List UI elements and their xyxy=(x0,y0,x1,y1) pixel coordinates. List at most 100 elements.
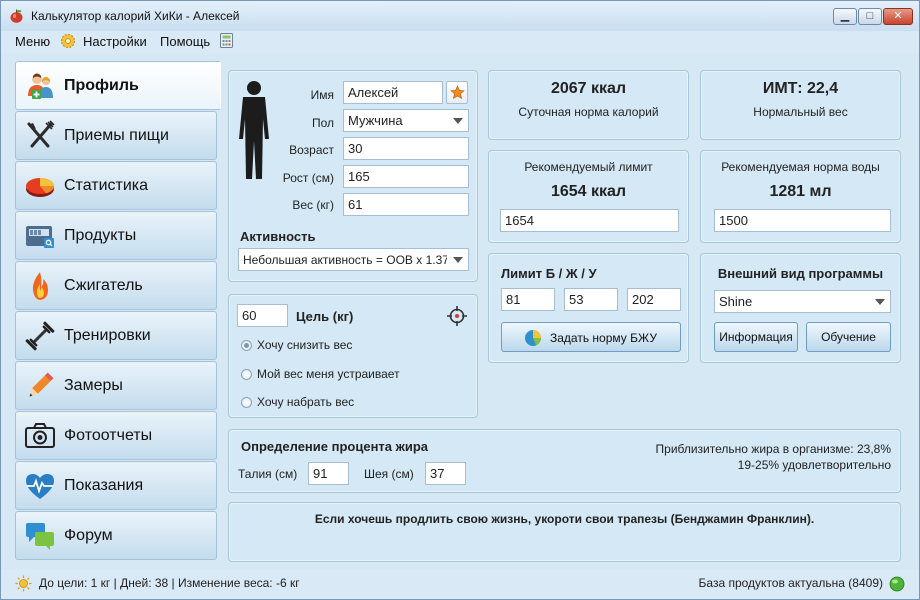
target-icon[interactable] xyxy=(447,306,467,326)
pencil-icon xyxy=(29,372,54,397)
heart-pulse-icon xyxy=(26,474,54,499)
quote-text: Если хочешь продлить свою жизнь, укороти… xyxy=(314,512,815,526)
gender-label: Пол xyxy=(311,116,334,130)
status-bar: До цели: 1 кг | Дней: 38 | Изменение вес… xyxy=(1,569,919,599)
goal-label: Цель (кг) xyxy=(296,309,354,324)
height-label: Рост (см) xyxy=(282,171,334,185)
appearance-panel: Внешний вид программы Shine Информация О… xyxy=(700,253,901,363)
sidebar-item-products[interactable]: Продукты xyxy=(15,211,217,260)
body-fat-title: Определение процента жира xyxy=(241,439,429,454)
bmi-caption: Нормальный вес xyxy=(753,105,848,119)
set-bju-button[interactable]: Задать норму БЖУ xyxy=(501,322,681,352)
carbs-input[interactable]: 202 xyxy=(627,288,681,311)
minimize-icon: ▁ xyxy=(840,10,850,22)
goal-option-lose-radio[interactable] xyxy=(241,340,252,351)
person-silhouette-icon xyxy=(239,81,269,179)
training-button[interactable]: Обучение xyxy=(806,322,891,352)
goal-option-gain-label[interactable]: Хочу набрать вес xyxy=(257,395,354,409)
info-button[interactable]: Информация xyxy=(714,322,798,352)
bju-title: Лимит Б / Ж / У xyxy=(501,266,597,281)
goal-option-gain-radio[interactable] xyxy=(241,397,252,408)
profile-panel: Имя Алексей Пол Мужчина Возраст 30 Рост … xyxy=(228,70,478,282)
height-input[interactable]: 165 xyxy=(343,165,469,188)
sidebar-item-forum[interactable]: Форум xyxy=(15,511,217,560)
sidebar-item-readings[interactable]: Показания xyxy=(15,461,217,510)
bmi-panel: ИМТ: 22,4 Нормальный вес xyxy=(700,70,901,140)
activity-select[interactable]: Небольшая активность = ООВ х 1.375 xyxy=(238,248,469,271)
sidebar-item-measurements[interactable]: Замеры xyxy=(15,361,217,410)
maximize-button[interactable]: □ xyxy=(858,8,882,25)
body-fat-rating: 19-25% удовлетворительно xyxy=(737,458,891,472)
sidebar-item-label: Приемы пищи xyxy=(64,127,169,144)
pie-chart-icon xyxy=(525,330,541,346)
body-fat-result: Приблизительно жира в организме: 23,8% xyxy=(655,442,891,456)
sidebar-item-profile[interactable]: Профиль xyxy=(15,61,221,110)
name-label: Имя xyxy=(310,88,334,102)
sidebar-item-meals[interactable]: Приемы пищи xyxy=(15,111,217,160)
limit-caption: Рекомендуемый лимит xyxy=(524,160,653,174)
sidebar-item-label: Статистика xyxy=(64,177,149,194)
menu-help[interactable]: Помощь xyxy=(160,34,210,49)
gender-select[interactable]: Мужчина xyxy=(343,109,469,132)
sidebar-item-label: Фотоотчеты xyxy=(64,427,153,444)
pie-chart-icon xyxy=(26,178,55,197)
fat-input[interactable]: 53 xyxy=(564,288,618,311)
theme-select[interactable]: Shine xyxy=(714,290,891,313)
waist-input[interactable]: 91 xyxy=(308,462,349,485)
sidebar-item-label: Показания xyxy=(64,477,144,494)
menu-bar: Меню Настройки Помощь xyxy=(1,31,919,53)
apple-icon xyxy=(10,9,23,23)
neck-label: Шея (см) xyxy=(364,467,414,481)
goal-option-keep-radio[interactable] xyxy=(241,369,252,380)
bju-panel: Лимит Б / Ж / У 81 53 202 Задать норму Б… xyxy=(488,253,689,363)
database-status: База продуктов актуальна (8409) xyxy=(698,576,883,590)
limit-input[interactable]: 1654 xyxy=(500,209,679,232)
goal-weight-input[interactable]: 60 xyxy=(237,304,288,327)
sidebar-item-photos[interactable]: Фотоотчеты xyxy=(15,411,217,460)
gender-value: Мужчина xyxy=(348,113,403,128)
neck-input[interactable]: 37 xyxy=(425,462,466,485)
calculator-icon[interactable] xyxy=(220,33,233,48)
dumbbell-icon xyxy=(25,321,55,351)
scale-icon xyxy=(26,226,54,248)
quote-panel: Если хочешь продлить свою жизнь, укороти… xyxy=(228,502,901,562)
sidebar-item-burner[interactable]: Сжигатель xyxy=(15,261,217,310)
water-value: 1281 мл xyxy=(769,183,832,200)
menu-settings[interactable]: Настройки xyxy=(83,34,147,49)
favorite-button[interactable] xyxy=(446,81,468,104)
sun-icon xyxy=(15,575,32,592)
menu-main[interactable]: Меню xyxy=(15,34,50,49)
minimize-button[interactable]: ▁ xyxy=(833,8,857,25)
sidebar: Профиль Приемы пищи Статистика Продукты … xyxy=(15,61,221,561)
fork-knife-icon xyxy=(27,120,55,148)
water-input[interactable]: 1500 xyxy=(714,209,891,232)
weight-input[interactable]: 61 xyxy=(343,193,469,216)
sidebar-item-label: Сжигатель xyxy=(64,277,143,294)
sidebar-item-label: Продукты xyxy=(64,227,137,244)
sidebar-item-label: Профиль xyxy=(64,77,139,94)
activity-value: Небольшая активность = ООВ х 1.375 xyxy=(243,253,456,267)
limit-panel: Рекомендуемый лимит 1654 ккал 1654 xyxy=(488,150,689,243)
goal-option-keep-label[interactable]: Мой вес меня устраивает xyxy=(257,367,400,381)
calories-panel: 2067 ккал Суточная норма калорий xyxy=(488,70,689,140)
water-panel: Рекомендуемая норма воды 1281 мл 1500 xyxy=(700,150,901,243)
name-input[interactable]: Алексей xyxy=(343,81,443,104)
gear-icon xyxy=(61,34,75,48)
appearance-title: Внешний вид программы xyxy=(717,266,884,281)
close-button[interactable]: ✕ xyxy=(883,8,913,25)
bmi-value: ИМТ: 22,4 xyxy=(762,80,839,97)
sidebar-item-workouts[interactable]: Тренировки xyxy=(15,311,217,360)
age-label: Возраст xyxy=(289,143,334,157)
status-ok-icon xyxy=(889,576,905,592)
maximize-icon: □ xyxy=(866,10,874,22)
calories-value: 2067 ккал xyxy=(550,80,627,97)
protein-input[interactable]: 81 xyxy=(501,288,555,311)
sidebar-item-statistics[interactable]: Статистика xyxy=(15,161,217,210)
age-input[interactable]: 30 xyxy=(343,137,469,160)
goal-option-lose-label[interactable]: Хочу снизить вес xyxy=(257,338,352,352)
set-bju-label: Задать норму БЖУ xyxy=(550,331,657,345)
calories-caption: Суточная норма калорий xyxy=(518,105,659,119)
camera-icon xyxy=(25,423,55,448)
title-bar: Калькулятор калорий ХиКи - Алексей ▁ □ ✕ xyxy=(1,1,919,31)
activity-heading: Активность xyxy=(240,229,316,244)
